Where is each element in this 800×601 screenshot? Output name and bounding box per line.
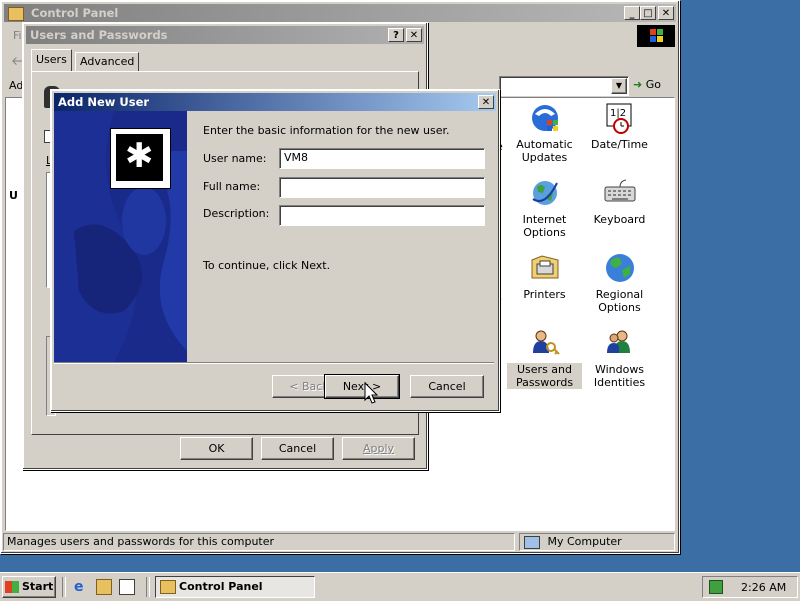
ie-launch-icon[interactable]: e (74, 579, 90, 595)
continue-text: To continue, click Next. (203, 259, 331, 272)
start-label: Start (22, 580, 54, 593)
keyboard-item[interactable]: Keyboard (582, 177, 657, 226)
address-dropdown-button[interactable]: ▼ (611, 78, 627, 94)
help-button[interactable]: ? (388, 28, 404, 42)
users-passwords-titlebar[interactable]: Users and Passwords ? ✕ (26, 26, 424, 44)
regional-options-item[interactable]: Regional Options (582, 252, 657, 314)
computer-icon (524, 535, 540, 549)
description-field[interactable] (279, 205, 485, 226)
printers-item[interactable]: Printers (507, 252, 582, 301)
windows-identities-icon (604, 327, 636, 359)
wizard-divider (54, 362, 494, 364)
go-arrow-icon: ➜ (633, 78, 643, 91)
windows-identities-item[interactable]: Windows Identities (582, 327, 657, 389)
partial-text-u: U (9, 189, 18, 202)
description-label: Description: (203, 207, 270, 220)
wizard-key-icon: ✱ (110, 128, 171, 189)
add-new-user-title: Add New User (58, 95, 150, 109)
status-zone-label: My Computer (547, 535, 622, 548)
date-time-label: Date/Time (591, 138, 648, 151)
maximize-button[interactable]: □ (640, 6, 656, 20)
printers-icon (529, 252, 561, 284)
wizard-intro-text: Enter the basic information for the new … (203, 124, 450, 137)
add-new-user-dialog: Add New User ✕ ✱ Enter the basic informa… (50, 89, 500, 412)
fullname-field[interactable] (279, 177, 485, 198)
menu-file[interactable]: Fi (13, 29, 22, 42)
next-button[interactable]: Next > (324, 374, 400, 399)
automatic-updates-icon (529, 102, 561, 134)
back-label: < Back (289, 380, 329, 393)
start-windows-icon (5, 581, 19, 593)
control-panel-titlebar[interactable]: Control Panel _ □ ✕ (4, 4, 676, 22)
taskbar-control-panel-label: Control Panel (179, 580, 263, 593)
users-passwords-title: Users and Passwords (30, 28, 168, 42)
network-tray-icon[interactable] (709, 580, 723, 594)
status-text-pane: Manages users and passwords for this com… (3, 533, 515, 551)
taskbar: Start e Control Panel 2:26 AM (0, 572, 800, 601)
regional-options-icon (604, 252, 636, 284)
taskbar-control-panel-button[interactable]: Control Panel (155, 576, 315, 598)
username-field[interactable]: VM8 (279, 148, 485, 169)
tasks-separator (146, 577, 150, 597)
ok-label: OK (208, 442, 225, 455)
internet-options-label: Internet Options (522, 213, 567, 239)
go-button[interactable]: ➜ Go (633, 78, 673, 94)
close-button[interactable]: ✕ (658, 6, 674, 20)
username-label: User name: (203, 152, 267, 165)
minimize-button[interactable]: _ (624, 6, 640, 20)
automatic-updates-label: Automatic Updates (516, 138, 573, 164)
clock[interactable]: 2:26 AM (741, 581, 786, 594)
status-text: Manages users and passwords for this com… (7, 535, 275, 548)
users-passwords-item[interactable]: Users and Passwords (507, 327, 582, 389)
users-passwords-label: Users and Passwords (507, 363, 582, 389)
tab-advanced[interactable]: Advanced (75, 52, 140, 71)
apply-label: Apply (362, 442, 395, 455)
taskbar-control-panel-icon (160, 580, 176, 594)
users-passwords-close-button[interactable]: ✕ (406, 28, 422, 42)
quick-launch-separator (62, 577, 66, 597)
desktop-launch-icon[interactable] (119, 579, 135, 595)
regional-options-label: Regional Options (595, 288, 644, 314)
automatic-updates-item[interactable]: Automatic Updates (507, 102, 582, 164)
wizard-banner: ✱ (54, 111, 187, 362)
printers-label: Printers (523, 288, 566, 301)
internet-options-icon (529, 177, 561, 209)
status-bar: Manages users and passwords for this com… (3, 533, 675, 551)
users-cancel-label: Cancel (278, 442, 317, 455)
users-cancel-button[interactable]: Cancel (261, 437, 334, 460)
go-label: Go (645, 78, 661, 91)
users-passwords-icon (529, 327, 561, 359)
address-field[interactable] (499, 76, 629, 96)
ok-button[interactable]: OK (180, 437, 253, 460)
system-tray: 2:26 AM (702, 576, 798, 598)
internet-options-item[interactable]: Internet Options (507, 177, 582, 239)
tab-users[interactable]: Users (31, 49, 72, 71)
keyboard-label: Keyboard (593, 213, 646, 226)
svg-text:1|2: 1|2 (610, 108, 626, 119)
fullname-label: Full name: (203, 180, 261, 193)
date-time-icon: 1|2 (604, 102, 636, 134)
start-button[interactable]: Start (2, 576, 56, 598)
username-value: VM8 (284, 151, 309, 164)
wizard-cancel-label: Cancel (428, 380, 466, 393)
status-zone-pane: My Computer (519, 533, 675, 551)
wizard-close-button[interactable]: ✕ (478, 95, 494, 109)
add-new-user-titlebar[interactable]: Add New User ✕ (54, 93, 496, 111)
wizard-cancel-button[interactable]: Cancel (410, 375, 484, 398)
explorer-launch-icon[interactable] (96, 579, 112, 595)
windows-logo (637, 25, 675, 47)
keyboard-icon (604, 177, 636, 209)
windows-identities-label: Windows Identities (593, 363, 646, 389)
control-panel-title: Control Panel (31, 6, 119, 20)
control-panel-window-icon (8, 6, 24, 21)
date-time-item[interactable]: 1|2 Date/Time (582, 102, 657, 151)
apply-button[interactable]: Apply (342, 437, 415, 460)
mouse-cursor-icon (364, 382, 378, 404)
